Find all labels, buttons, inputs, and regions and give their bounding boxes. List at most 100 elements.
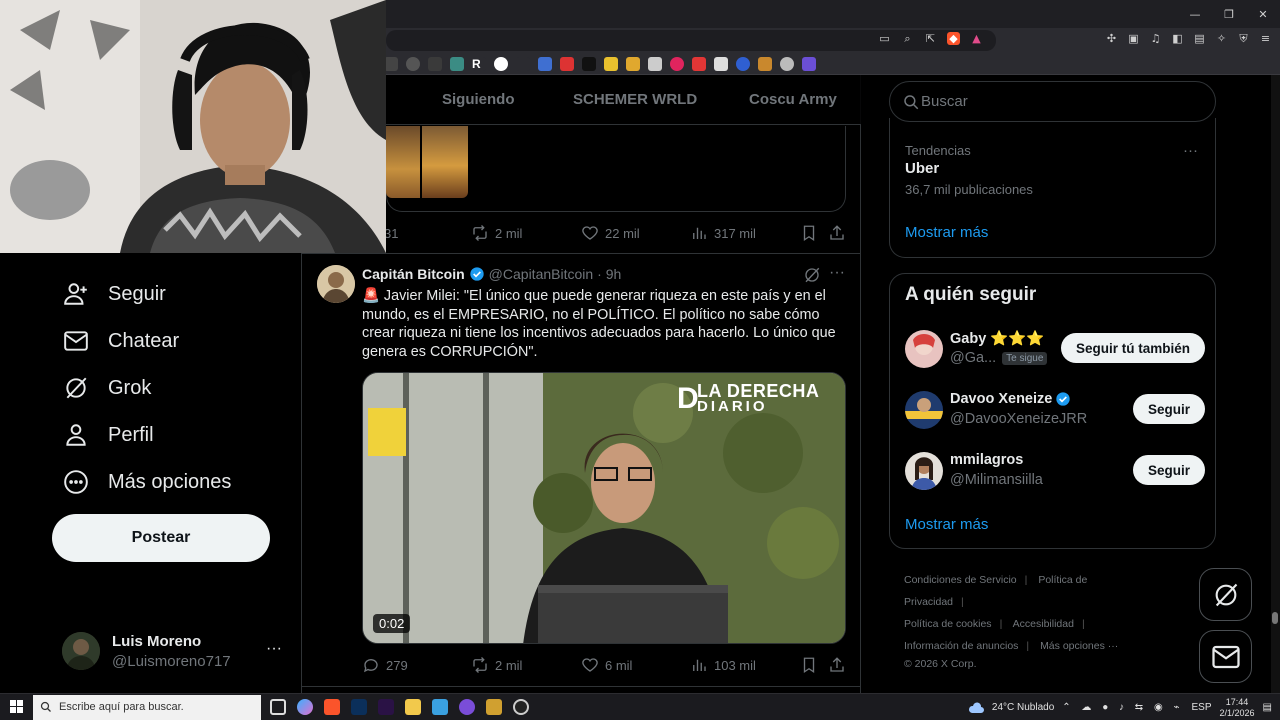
windows-start-icon[interactable]	[10, 700, 23, 718]
store-icon[interactable]	[432, 699, 448, 715]
grok-icon[interactable]	[803, 266, 821, 289]
tab-schemer-wrld[interactable]: SCHEMER WRLD	[573, 75, 697, 125]
tab-siguiendo[interactable]: Siguiendo	[442, 75, 515, 125]
ads-info-link[interactable]: Información de anuncios	[904, 640, 1018, 652]
obs-studio-icon[interactable]	[513, 699, 529, 715]
music-icon[interactable]: ♫	[1149, 32, 1162, 45]
bookmark-18[interactable]	[758, 57, 772, 71]
bookmark-15[interactable]	[692, 57, 706, 71]
follow-suggestion[interactable]: mmilagros @Milimansiilla Seguir	[905, 452, 1205, 492]
bookmark-17[interactable]	[736, 57, 750, 71]
like-button[interactable]: 22 mil	[581, 224, 640, 242]
notifications-icon[interactable]: ▤	[1263, 702, 1272, 713]
follow-button[interactable]: Seguir	[1132, 455, 1205, 485]
account-switcher[interactable]: Luis Moreno @Luismoreno717 ···	[62, 630, 292, 674]
nav-item-seguir[interactable]: Seguir	[62, 274, 166, 314]
bookmark-12[interactable]	[626, 57, 640, 71]
reply-button[interactable]: 31	[384, 226, 398, 241]
reply-button[interactable]: 279	[362, 656, 408, 674]
more-icon[interactable]: ···	[829, 264, 845, 282]
grok-fab[interactable]	[1199, 568, 1252, 621]
page-scrollbar[interactable]	[1271, 75, 1280, 695]
tweet-author-handle[interactable]: @CapitanBitcoin	[489, 266, 594, 282]
restore-button[interactable]: ❐	[1212, 0, 1246, 28]
repost-button[interactable]: 2 mil	[471, 656, 522, 674]
media-thumbnail[interactable]	[422, 126, 468, 198]
avatar[interactable]	[317, 265, 355, 303]
minimize-button[interactable]: —	[1178, 0, 1212, 28]
file-explorer-icon[interactable]	[405, 699, 421, 715]
nav-item-chatear[interactable]: Chatear	[62, 321, 179, 361]
media-thumbnail[interactable]	[386, 126, 420, 198]
more-icon[interactable]: ···	[1183, 142, 1198, 159]
vpn-icon[interactable]: ⛨	[1237, 32, 1250, 45]
trends-show-more[interactable]: Mostrar más	[905, 224, 988, 241]
bookmark-button[interactable]	[800, 656, 818, 674]
obs-icon[interactable]	[459, 699, 475, 715]
language-indicator[interactable]: ESP	[1191, 702, 1211, 713]
zoom-icon[interactable]: ⌕	[901, 32, 914, 45]
scrollbar-thumb[interactable]	[1272, 612, 1278, 624]
tweet-author-name[interactable]: Capitán Bitcoin	[362, 266, 465, 282]
bookmark-16[interactable]	[714, 57, 728, 71]
search-input[interactable]: Buscar	[889, 81, 1216, 122]
messages-fab[interactable]	[1199, 630, 1252, 683]
close-window-button[interactable]: ✕	[1246, 0, 1280, 28]
reader-mode-icon[interactable]: ▭	[878, 32, 891, 45]
bookmark-14[interactable]	[670, 57, 684, 71]
bookmark-19[interactable]	[780, 57, 794, 71]
bookmark-10[interactable]	[582, 57, 596, 71]
bookmark-5[interactable]: R	[472, 57, 486, 71]
premiere-icon[interactable]	[378, 699, 394, 715]
menu-icon[interactable]: ≡	[1259, 32, 1272, 45]
wallet-icon[interactable]: ▤	[1193, 32, 1206, 45]
more-options-link[interactable]: Más opciones ···	[1040, 640, 1118, 652]
follow-button[interactable]: Seguir	[1132, 394, 1205, 424]
bookmark-3[interactable]	[428, 57, 442, 71]
extensions-icon[interactable]: ✣	[1105, 32, 1118, 45]
like-button[interactable]: 6 mil	[581, 656, 632, 674]
bookmark-4[interactable]	[450, 57, 464, 71]
share-button[interactable]	[828, 224, 846, 242]
brave-icon[interactable]	[324, 699, 340, 715]
bookmark-6[interactable]	[494, 57, 508, 71]
bookmark-13[interactable]	[648, 57, 662, 71]
repost-button[interactable]: 2 mil	[471, 224, 522, 242]
follow-back-button[interactable]: Seguir tú también	[1060, 333, 1205, 363]
brave-shield-icon[interactable]: ◆	[947, 32, 960, 45]
share-icon[interactable]: ⇱	[924, 32, 937, 45]
taskbar-search-input[interactable]: Escribe aquí para buscar.	[33, 695, 261, 720]
photoshop-icon[interactable]	[351, 699, 367, 715]
tab-coscu-army[interactable]: Coscu Army	[749, 75, 837, 125]
sidebar-icon[interactable]: ◧	[1171, 32, 1184, 45]
follow-suggestion[interactable]: Gaby ⭐⭐⭐ @Ga... Te sigue Seguir tú tambi…	[905, 330, 1205, 370]
views-button[interactable]: 103 mil	[690, 656, 756, 674]
leo-icon[interactable]: ✧	[1215, 32, 1228, 45]
clock[interactable]: 17:44 2/1/2026	[1220, 697, 1255, 719]
bookmark-button[interactable]	[800, 224, 818, 242]
tweet-video[interactable]: D LA DERECHA DIARIO 0:02	[362, 372, 846, 644]
bookmark-2[interactable]	[406, 57, 420, 71]
nav-item-grok[interactable]: Grok	[62, 368, 151, 408]
accessibility-link[interactable]: Accesibilidad	[1013, 618, 1074, 630]
tray-icons[interactable]: ⌃ ☁ ● ♪ ⇆ ◉ ⌁	[1062, 702, 1183, 713]
bookmark-20[interactable]	[802, 57, 816, 71]
cookies-link[interactable]: Política de cookies	[904, 618, 992, 630]
bookmark-8[interactable]	[538, 57, 552, 71]
nav-item-perfil[interactable]: Perfil	[62, 415, 154, 455]
share-button[interactable]	[828, 656, 846, 674]
bookmark-1[interactable]	[384, 57, 398, 71]
more-icon[interactable]: ···	[266, 640, 282, 658]
weather-text[interactable]: 24°C Nublado	[992, 702, 1054, 713]
task-view-icon[interactable]	[270, 699, 286, 715]
app-icon[interactable]	[486, 699, 502, 715]
post-button[interactable]: Postear	[52, 514, 270, 562]
bookmark-11[interactable]	[604, 57, 618, 71]
copilot-icon[interactable]	[297, 699, 313, 715]
views-button[interactable]: 317 mil	[690, 224, 756, 242]
screenshot-icon[interactable]: ▣	[1127, 32, 1140, 45]
trend-name[interactable]: Uber	[905, 160, 939, 177]
bookmark-9[interactable]	[560, 57, 574, 71]
terms-link[interactable]: Condiciones de Servicio	[904, 574, 1017, 586]
follow-show-more[interactable]: Mostrar más	[905, 516, 988, 533]
